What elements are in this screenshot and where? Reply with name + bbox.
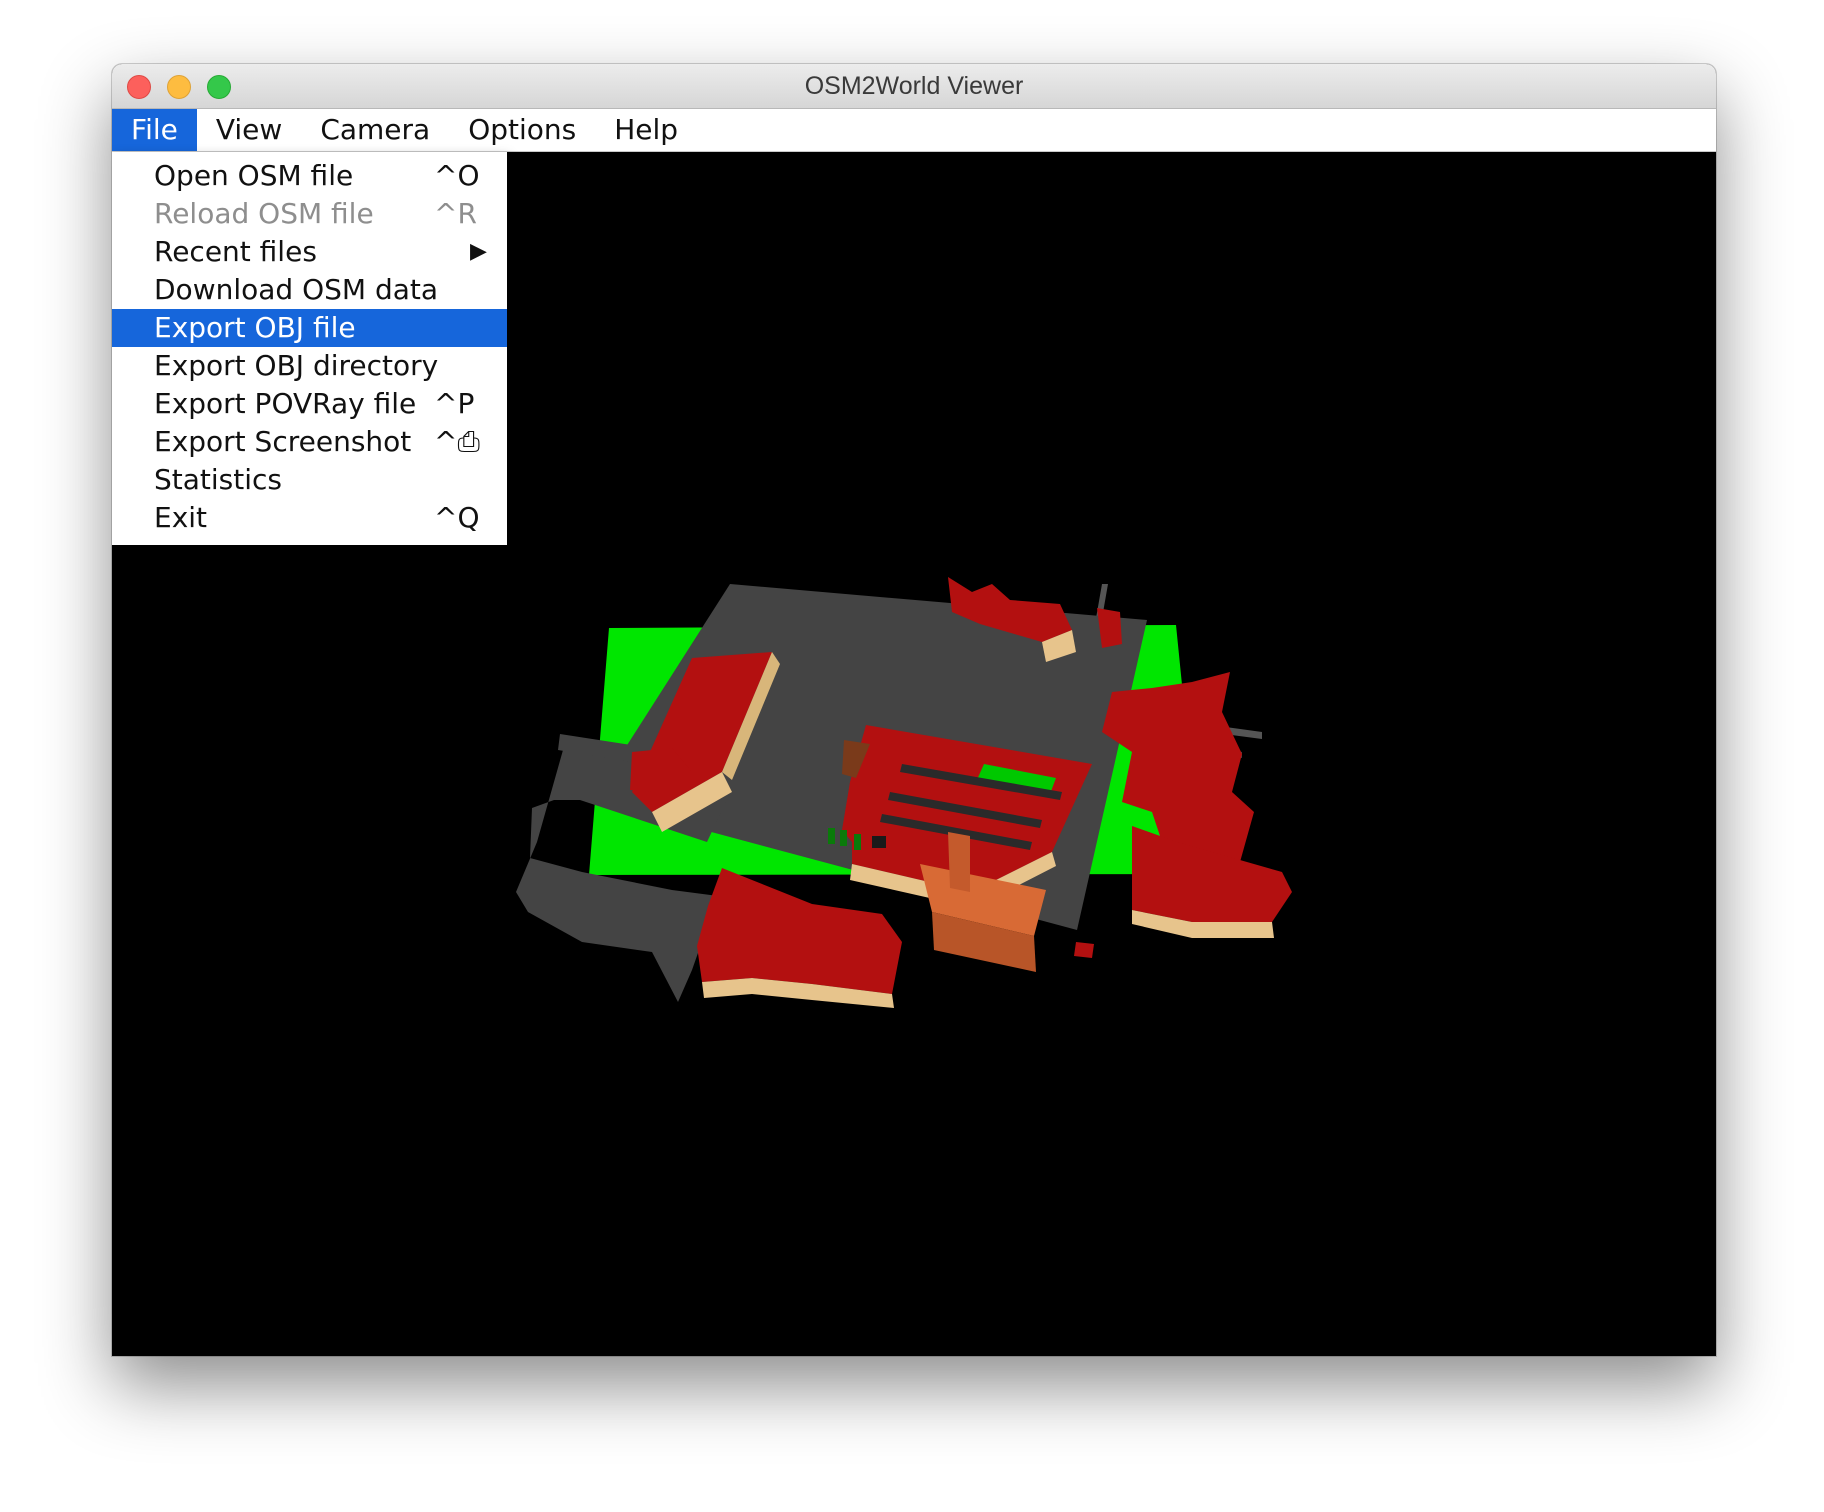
menu-help[interactable]: Help: [595, 109, 697, 151]
menu-item-reload-osm-file: Reload OSM file ^R: [112, 195, 507, 233]
menu-item-export-screenshot[interactable]: Export Screenshot ^⎙: [112, 423, 507, 461]
menu-camera[interactable]: Camera: [301, 109, 449, 151]
church-tower: [948, 832, 970, 892]
file-menu-dropdown: Open OSM file ^O Reload OSM file ^R Rece…: [112, 152, 507, 545]
menu-item-download-osm-data[interactable]: Download OSM data: [112, 271, 507, 309]
window-title: OSM2World Viewer: [804, 72, 1024, 100]
menu-item-label: Open OSM file: [154, 159, 354, 192]
menu-item-label: Reload OSM file: [154, 197, 374, 230]
menu-item-label: Statistics: [154, 463, 282, 496]
menu-item-statistics[interactable]: Statistics: [112, 461, 507, 499]
menu-item-export-povray-file[interactable]: Export POVRay file ^P: [112, 385, 507, 423]
menu-item-label: Recent files: [154, 235, 317, 268]
menu-item-export-obj-directory[interactable]: Export OBJ directory: [112, 347, 507, 385]
small-building: [1074, 942, 1094, 958]
menu-file[interactable]: File: [112, 109, 197, 151]
menu-view[interactable]: View: [197, 109, 301, 151]
shortcut-label: ^P: [434, 387, 475, 420]
menu-item-label: Export OBJ directory: [154, 349, 439, 382]
shortcut-label: ^Q: [434, 501, 480, 534]
menu-item-label: Export Screenshot: [154, 425, 412, 458]
menu-item-open-osm-file[interactable]: Open OSM file ^O: [112, 157, 507, 195]
shortcut-label: ^O: [434, 159, 480, 192]
title-bar[interactable]: OSM2World Viewer: [112, 64, 1716, 109]
menu-options[interactable]: Options: [449, 109, 595, 151]
menu-item-recent-files[interactable]: Recent files ▶: [112, 233, 507, 271]
menu-item-export-obj-file[interactable]: Export OBJ file: [112, 309, 507, 347]
shortcut-label: ^⎙: [434, 425, 480, 458]
submenu-arrow-icon: ▶: [470, 239, 487, 264]
car: [872, 836, 886, 848]
menu-item-label: Export POVRay file: [154, 387, 417, 420]
menu-bar: File View Camera Options Help: [112, 109, 1716, 152]
menu-item-label: Exit: [154, 501, 208, 534]
shortcut-label: ^R: [434, 197, 477, 230]
menu-item-label: Export OBJ file: [154, 311, 356, 344]
building-south: [697, 868, 902, 994]
app-window: OSM2World Viewer File View Camera Option…: [112, 64, 1716, 1356]
menu-item-label: Download OSM data: [154, 273, 439, 306]
menu-item-exit[interactable]: Exit ^Q: [112, 499, 507, 537]
